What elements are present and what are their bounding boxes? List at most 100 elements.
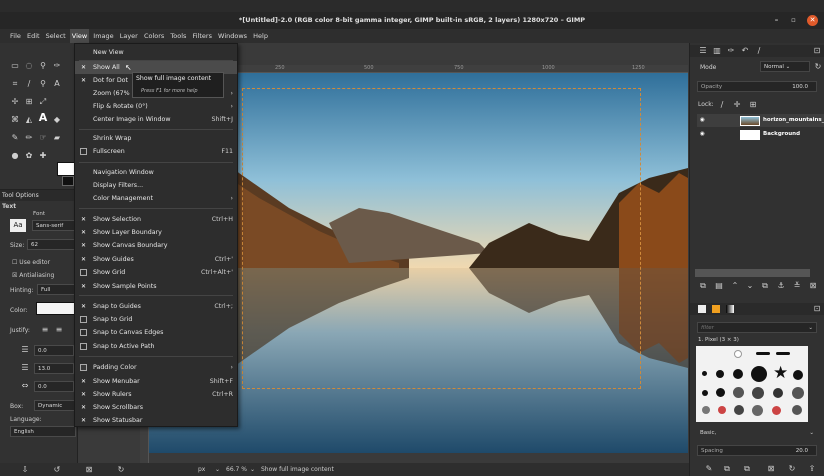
rect-select-tool-icon[interactable]: ▭ [10,61,20,71]
menu-item-snap-to-active-path[interactable]: Snap to Active Path [75,340,237,353]
clone-tool-icon[interactable]: ✿ [24,151,34,161]
dock-menu-icon[interactable]: ⊡ [812,46,822,56]
brush-preview[interactable] [776,352,790,355]
lock-pixels-icon[interactable]: ∕ [717,100,727,110]
menu-item-fullscreen[interactable]: Fullscreen F11 [75,145,237,158]
gradients-tab-icon[interactable] [726,305,734,313]
size-field[interactable]: 62 [27,239,76,250]
antialiasing-checkbox[interactable]: ☒ Antialiasing [12,272,54,279]
menu-item-snap-to-grid[interactable]: Snap to Grid [75,313,237,326]
menu-item-flip-rotate[interactable]: Flip & Rotate (0°) › [75,100,237,113]
menu-colors[interactable]: Colors [142,29,166,43]
move-tool-icon[interactable]: ✢ [10,97,20,107]
font-preview-icon[interactable]: Aa [10,219,26,232]
menu-item-navigation-window[interactable]: Navigation Window [75,166,237,179]
reset-icon[interactable]: ↻ [116,465,126,475]
brush-preview[interactable] [792,405,802,415]
heal-tool-icon[interactable]: ✚ [38,151,48,161]
paintbrush-tool-icon[interactable]: ✎ [10,133,20,143]
bucket-fill-icon[interactable]: ◭ [24,115,34,125]
channels-tab-icon[interactable]: ▥ [712,46,722,56]
brush-preview[interactable] [773,388,783,398]
menu-item-show-selection[interactable]: ✕ Show Selection Ctrl+H [75,213,237,226]
menu-item-new-view[interactable]: New View [75,46,237,59]
open-brush-icon[interactable]: ⇪ [807,464,817,474]
indent-field[interactable]: 0.0 [34,345,74,356]
menu-item-show-guides[interactable]: ✕ Show Guides Ctrl+' [75,253,237,266]
eye-icon[interactable]: ◉ [700,128,705,141]
restore-preset-icon[interactable]: ↺ [52,465,62,475]
line-spacing-field[interactable]: 13.0 [34,363,74,374]
undo-tab-icon[interactable]: ↶ [740,46,750,56]
brush-preview[interactable] [733,387,744,398]
gradient-tool-icon[interactable]: ◆ [52,115,62,125]
background-color-swatch[interactable] [62,176,74,186]
zoom-select[interactable]: 66.7 % [226,463,247,476]
hinting-select[interactable]: Full [37,284,76,295]
layer-row[interactable]: ◉ horizon_mountains_ [697,114,824,127]
layers-tab-icon[interactable]: ☰ [698,46,708,56]
raise-layer-icon[interactable]: ⌃ [730,281,740,291]
language-field[interactable]: English [10,426,76,437]
brush-grid[interactable]: ★ [696,346,808,422]
font-field[interactable]: Sans-serif [32,220,76,231]
brush-preview[interactable] [751,366,767,382]
use-editor-checkbox[interactable]: ☐ Use editor [12,259,50,266]
delete-layer-icon[interactable]: ⊠ [808,281,818,291]
brush-tab-icon[interactable]: ∕ [754,46,764,56]
brush-preview[interactable] [702,390,708,396]
dodge-tool-icon[interactable]: ● [10,151,20,161]
brush-preview[interactable] [718,406,726,414]
mode-reset-icon[interactable]: ↻ [813,62,823,72]
crop-tool-icon[interactable]: ⌗ [10,79,20,89]
maximize-button[interactable]: ▫ [788,15,799,26]
lock-position-icon[interactable]: ✛ [732,100,742,110]
brush-preview[interactable] [702,406,710,414]
box-select[interactable]: Dynamic [34,400,76,411]
transform-tool-icon[interactable]: ⤢ [38,97,48,107]
menu-item-show-statusbar[interactable]: ✕ Show Statusbar [75,414,237,427]
brush-preview[interactable] [792,387,804,399]
menu-item-show-canvas-boundary[interactable]: ✕ Show Canvas Boundary [75,239,237,252]
warp-tool-icon[interactable]: ⌘ [10,115,20,125]
minimize-button[interactable]: – [771,15,782,26]
align-tool-icon[interactable]: ⊞ [24,97,34,107]
eye-icon[interactable]: ◉ [700,114,705,127]
opacity-field[interactable]: Opacity 100.0 [697,81,817,92]
measure-tool-icon[interactable]: A [52,79,62,89]
unit-select[interactable]: px [198,463,205,476]
menu-edit[interactable]: Edit [25,29,42,43]
spacing-field[interactable]: Spacing 20.0 [697,445,817,456]
text-color-button[interactable] [36,302,76,315]
menu-item-show-grid[interactable]: Show Grid Ctrl+Alt+' [75,266,237,279]
star-brush-icon[interactable]: ★ [773,363,788,383]
anchor-layer-icon[interactable]: ⚓ [776,281,786,291]
brush-preview[interactable] [756,352,770,355]
justify-right-icon[interactable]: ≡ [54,325,64,335]
tool-options-tab[interactable]: Tool Options [0,189,78,201]
menu-select[interactable]: Select [44,29,68,43]
justify-left-icon[interactable]: ≡ [40,325,50,335]
color-picker-icon[interactable]: ∕ [24,79,34,89]
text-tool-icon[interactable]: A [38,112,48,123]
brushes-tab-icon[interactable] [698,305,706,313]
brush-preset[interactable]: Basic, ⌄ [697,428,817,439]
brush-preview[interactable] [734,405,744,415]
menu-layer[interactable]: Layer [118,29,140,43]
dock-menu-icon[interactable]: ⊡ [812,304,822,314]
lock-alpha-icon[interactable]: ⊞ [748,100,758,110]
new-brush-icon[interactable]: ⧉ [722,464,732,474]
menu-item-snap-to-canvas-edges[interactable]: Snap to Canvas Edges [75,326,237,339]
layers-scrollbar[interactable] [695,269,810,277]
free-select-tool-icon[interactable]: ◌ [24,61,34,71]
pencil-tool-icon[interactable]: ✏ [24,133,34,143]
layer-row[interactable]: ◉ Background [697,128,824,141]
menu-item-show-layer-boundary[interactable]: ✕ Show Layer Boundary [75,226,237,239]
brush-preview[interactable] [793,370,803,380]
menu-filters[interactable]: Filters [190,29,213,43]
menu-item-shrink-wrap[interactable]: Shrink Wrap [75,132,237,145]
brush-preview[interactable] [733,369,743,379]
menu-item-padding-color[interactable]: Padding Color › [75,361,237,374]
merge-layer-icon[interactable]: ≚ [792,281,802,291]
refresh-brushes-icon[interactable]: ↻ [787,464,797,474]
